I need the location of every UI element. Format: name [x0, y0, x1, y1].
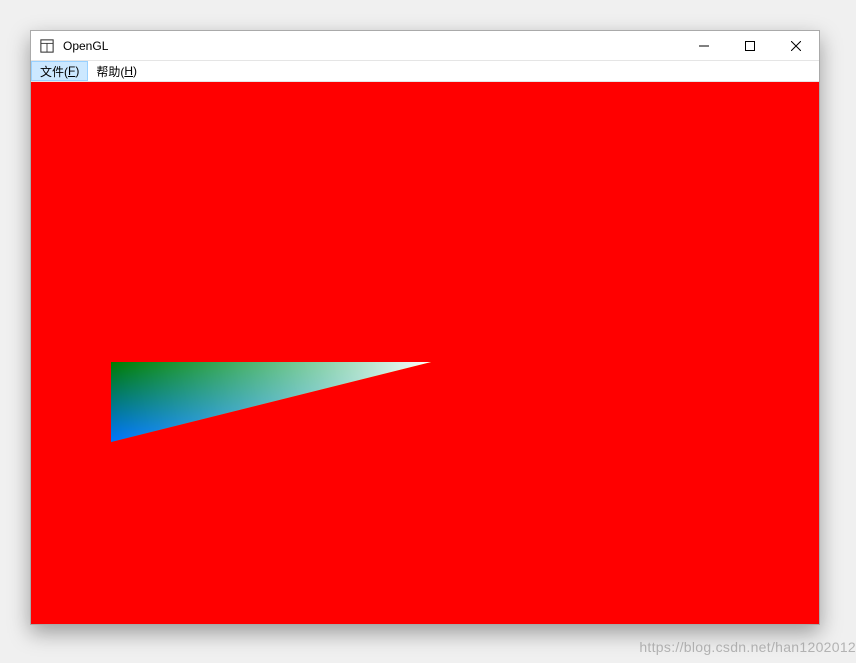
- minimize-icon: [699, 41, 709, 51]
- menubar: 文件(F) 帮助(H): [31, 61, 819, 82]
- close-button[interactable]: [773, 31, 819, 60]
- app-icon: [39, 38, 55, 54]
- opengl-canvas: [31, 82, 819, 624]
- minimize-button[interactable]: [681, 31, 727, 60]
- rendered-triangle: [31, 82, 819, 624]
- close-icon: [791, 41, 801, 51]
- menu-help-label-suffix: ): [133, 64, 137, 78]
- application-window: OpenGL: [30, 30, 820, 625]
- menu-file-mnemonic: F: [68, 64, 75, 78]
- menu-help-mnemonic: H: [124, 64, 133, 78]
- window-controls: [681, 31, 819, 60]
- window-title: OpenGL: [63, 39, 108, 53]
- titlebar[interactable]: OpenGL: [31, 31, 819, 61]
- maximize-icon: [745, 41, 755, 51]
- maximize-button[interactable]: [727, 31, 773, 60]
- menu-file[interactable]: 文件(F): [31, 61, 88, 81]
- menu-file-label-prefix: 文件(: [40, 63, 68, 80]
- menu-help[interactable]: 帮助(H): [88, 61, 145, 81]
- menu-file-label-suffix: ): [75, 64, 79, 78]
- watermark-text: https://blog.csdn.net/han1202012: [639, 639, 856, 655]
- menu-help-label-prefix: 帮助(: [96, 63, 124, 80]
- titlebar-left: OpenGL: [31, 38, 108, 54]
- window-shadow-wrapper: OpenGL: [30, 30, 820, 625]
